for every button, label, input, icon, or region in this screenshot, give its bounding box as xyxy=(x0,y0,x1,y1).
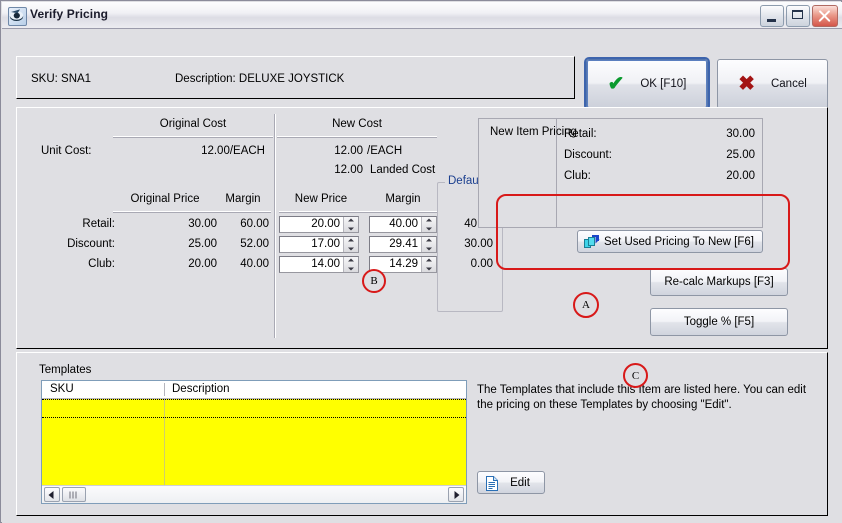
templates-group-panel: Templates SKU Description The Templates … xyxy=(16,352,828,516)
templates-caption: Templates xyxy=(39,364,92,376)
nip-row-value-discount: 25.00 xyxy=(726,149,755,161)
new-price-underline xyxy=(279,211,437,213)
club-original-margin: 40.00 xyxy=(240,258,269,270)
retail-original-price: 30.00 xyxy=(188,218,217,230)
maximize-button[interactable] xyxy=(786,5,810,27)
discount-new-margin-stepper[interactable]: 29.41 xyxy=(369,236,437,253)
close-icon[interactable] xyxy=(812,5,838,27)
horizontal-scrollbar[interactable] xyxy=(42,485,466,503)
retail-original-margin: 60.00 xyxy=(240,218,269,230)
verify-pricing-window: Verify Pricing SKU: SNA1 Description: DE… xyxy=(0,0,842,523)
original-cost-header: Original Cost xyxy=(159,118,227,130)
new-cost-underline xyxy=(277,136,437,138)
edit-button-label: Edit xyxy=(510,476,530,489)
original-price-header: Original Price xyxy=(130,193,200,205)
annotation-circle-b: B xyxy=(362,269,386,293)
templates-note: The Templates that include this Item are… xyxy=(477,384,807,411)
window-client-area: SKU: SNA1 Description: DELUXE JOYSTICK ✔… xyxy=(2,29,842,523)
cancel-button[interactable]: ✖ Cancel xyxy=(717,59,828,109)
templates-grid-body[interactable] xyxy=(42,399,466,485)
landed-cost-value: 12.00 xyxy=(334,164,363,176)
club-new-price-stepper[interactable]: 14.00 xyxy=(279,256,359,273)
column-header-sku[interactable]: SKU xyxy=(50,383,74,395)
minimize-button[interactable] xyxy=(760,5,784,27)
row-label-club: Club: xyxy=(88,258,115,270)
retail-new-margin-spin-buttons[interactable] xyxy=(421,217,436,232)
nip-row-label-discount: Discount: xyxy=(564,149,612,161)
new-unit-cost-value: 12.00 xyxy=(334,145,363,157)
ok-button-label: OK [F10] xyxy=(640,78,687,90)
original-cost-underline xyxy=(113,136,273,138)
set-used-pricing-to-new-label: Set Used Pricing To New [F6] xyxy=(604,235,754,248)
annotation-circle-c: C xyxy=(623,363,648,388)
document-icon xyxy=(486,476,498,491)
edit-button[interactable]: Edit xyxy=(477,471,545,494)
recalc-markups-button[interactable]: Re-calc Markups [F3] xyxy=(650,268,788,296)
item-header-panel: SKU: SNA1 Description: DELUXE JOYSTICK xyxy=(16,56,575,99)
annotation-circle-a: A xyxy=(573,292,599,318)
new-cost-header: New Cost xyxy=(332,118,382,130)
toggle-percent-button[interactable]: Toggle % [F5] xyxy=(650,308,788,336)
landed-cost-label: Landed Cost xyxy=(370,164,436,176)
retail-new-margin-value[interactable]: 40.00 xyxy=(370,217,421,232)
templates-grid[interactable]: SKU Description xyxy=(41,380,467,504)
app-logo-icon xyxy=(8,7,27,26)
nip-row-label-retail: Retail: xyxy=(564,128,597,140)
retail-new-price-stepper[interactable]: 20.00 xyxy=(279,216,359,233)
nip-row-value-club: 20.00 xyxy=(726,170,755,182)
original-price-underline xyxy=(113,211,271,213)
title-bar: Verify Pricing xyxy=(2,2,842,29)
discount-new-price-value[interactable]: 17.00 xyxy=(280,237,343,252)
discount-new-margin-value[interactable]: 29.41 xyxy=(370,237,421,252)
retail-new-margin-stepper[interactable]: 40.00 xyxy=(369,216,437,233)
retail-new-price-value[interactable]: 20.00 xyxy=(280,217,343,232)
discount-new-price-spin-buttons[interactable] xyxy=(343,237,358,252)
ok-button[interactable]: ✔ OK [F10] xyxy=(586,59,708,109)
templates-grid-header: SKU Description xyxy=(42,381,466,399)
chevron-right-icon[interactable] xyxy=(448,487,464,502)
club-new-margin-spin-buttons[interactable] xyxy=(421,257,436,272)
recalc-markups-label: Re-calc Markups [F3] xyxy=(664,276,774,288)
cancel-button-label: Cancel xyxy=(770,78,807,90)
discount-original-margin: 52.00 xyxy=(240,238,269,250)
set-used-pricing-to-new-button[interactable]: Set Used Pricing To New [F6] xyxy=(577,230,763,253)
default-percent-value-2: 30.00 xyxy=(464,238,493,250)
window-title: Verify Pricing xyxy=(30,7,109,21)
row-label-discount: Discount: xyxy=(67,238,115,250)
table-row[interactable] xyxy=(42,399,466,418)
club-new-price-value[interactable]: 14.00 xyxy=(280,257,343,272)
discount-new-margin-spin-buttons[interactable] xyxy=(421,237,436,252)
chevron-left-icon[interactable] xyxy=(44,487,60,502)
nip-row-label-club: Club: xyxy=(564,170,591,182)
club-new-price-spin-buttons[interactable] xyxy=(343,257,358,272)
sku-label: SKU: SNA1 xyxy=(31,73,92,85)
pricing-group-panel: Original Cost New Cost Unit Cost: 12.00/… xyxy=(16,107,828,388)
original-margin-header: Margin xyxy=(225,193,261,205)
row-label-retail: Retail: xyxy=(82,218,115,230)
discount-new-price-stepper[interactable]: 17.00 xyxy=(279,236,359,253)
club-original-price: 20.00 xyxy=(188,258,217,270)
discount-original-price: 25.00 xyxy=(188,238,217,250)
check-icon: ✔ xyxy=(607,73,625,95)
new-unit-cost-uom: /EACH xyxy=(367,145,403,157)
toggle-percent-label: Toggle % [F5] xyxy=(683,316,755,328)
cost-column-divider xyxy=(274,114,276,338)
unit-cost-label: Unit Cost: xyxy=(41,145,92,157)
description-label: Description: DELUXE JOYSTICK xyxy=(175,73,345,85)
new-margin-header: Margin xyxy=(385,193,421,205)
copy-to-icon xyxy=(584,235,600,249)
nip-row-value-retail: 30.00 xyxy=(726,128,755,140)
scrollbar-thumb[interactable] xyxy=(62,487,86,502)
new-price-header: New Price xyxy=(294,193,348,205)
window-controls xyxy=(760,5,838,27)
column-header-description[interactable]: Description xyxy=(172,383,230,395)
cross-icon: ✖ xyxy=(738,73,755,95)
retail-new-price-spin-buttons[interactable] xyxy=(343,217,358,232)
default-percent-value-3: 0.00 xyxy=(470,258,493,270)
original-unit-cost-value: 12.00/EACH xyxy=(201,145,265,157)
